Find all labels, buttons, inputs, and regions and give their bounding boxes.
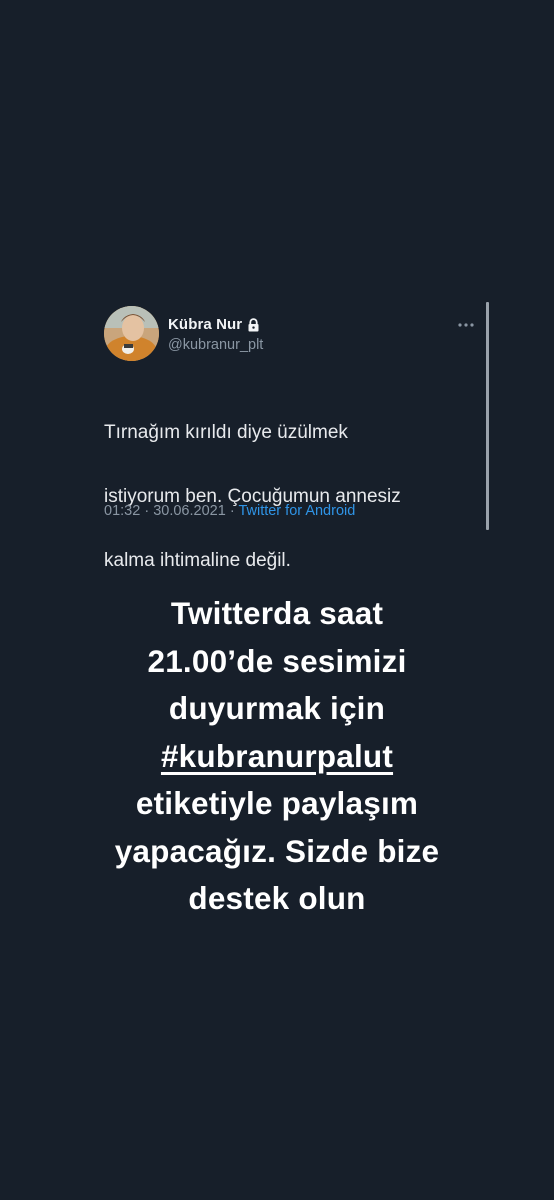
more-options-icon[interactable] (456, 316, 476, 327)
story-line: yapacağız. Sizde bize (114, 832, 440, 869)
author-name-row: Kübra Nur (168, 316, 260, 333)
avatar[interactable] (104, 306, 159, 361)
tweet-card[interactable]: Kübra Nur @kubranur_plt Tırnağım kırıldı… (104, 302, 476, 571)
hashtag-link[interactable]: #kubranurpalut (161, 738, 393, 774)
tweet-text: Tırnağım kırıldı diye üzülmek istiyorum … (104, 385, 474, 577)
story-line: 21.00’de sesimizi (147, 642, 407, 679)
tweet-source-link[interactable]: Twitter for Android (238, 503, 355, 519)
story-message: Twitterda saat 21.00’de sesimizi duyurma… (27, 590, 527, 923)
tweet-time[interactable]: 01:32 (104, 503, 140, 519)
story-line: duyurmak için (168, 690, 386, 726)
meta-separator: · (144, 503, 150, 519)
vertical-bar-divider (486, 302, 489, 530)
avatar-image (104, 306, 159, 361)
story-hashtag-line: #kubranurpalut (27, 733, 527, 781)
tweet-text-line: Tırnağım kırıldı diye üzülmek (104, 422, 348, 443)
tweet-text-line: kalma ihtimaline değil. (104, 550, 291, 571)
author-handle[interactable]: @kubranur_plt (168, 337, 263, 353)
lock-icon (247, 317, 260, 332)
story-line: destek olun (188, 880, 366, 916)
story-line: Twitterda saat (170, 595, 384, 631)
author-name[interactable]: Kübra Nur (168, 316, 242, 333)
meta-separator: · (229, 503, 235, 519)
tweet-meta: 01:32 · 30.06.2021 · Twitter for Android (104, 503, 355, 519)
tweet-date[interactable]: 30.06.2021 (153, 503, 226, 519)
story-line: etiketiyle paylaşım (135, 785, 419, 821)
